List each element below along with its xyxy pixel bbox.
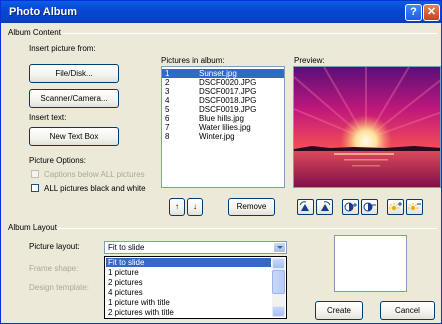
picture-list-item[interactable]: 6 Blue hills.jpg: [162, 114, 284, 123]
album-layout-separator: [57, 228, 437, 229]
layout-option[interactable]: 2 pictures with title: [106, 308, 271, 317]
layout-preview-box: [334, 235, 407, 292]
dropdown-scrollbar[interactable]: [272, 258, 285, 317]
contrast-up-icon[interactable]: [342, 199, 359, 215]
layout-option[interactable]: 1 picture with title: [106, 298, 271, 307]
rotate-right-icon[interactable]: [316, 199, 333, 215]
picture-number: 4: [165, 96, 170, 105]
picture-filename: Blue hills.jpg: [199, 114, 244, 123]
picture-filename: DSCF0017.JPG: [199, 87, 257, 96]
picture-number: 3: [165, 87, 170, 96]
picture-filename: Sunset.jpg: [199, 69, 237, 78]
scroll-up-icon[interactable]: [272, 258, 285, 269]
close-button[interactable]: ✕: [423, 4, 440, 21]
picture-filename: DSCF0018.JPG: [199, 96, 257, 105]
contrast-down-icon[interactable]: [361, 199, 378, 215]
picture-number: 2: [165, 78, 170, 87]
move-up-button[interactable]: ↑: [169, 198, 185, 216]
picture-layout-label: Picture layout:: [29, 242, 80, 251]
pictures-listbox[interactable]: 1 Sunset.jpg 2 DSCF0020.JPG 3 DSCF0017.JPG 4 DS…: [161, 66, 285, 188]
picture-layout-dropdown-list[interactable]: Fit to slide 1 picture 2 pictures 4 picture…: [104, 256, 287, 319]
remove-button-label: Remove: [236, 202, 267, 211]
create-button-label: Create: [326, 306, 351, 315]
insert-from-label: Insert picture from:: [29, 44, 96, 53]
file-disk-button[interactable]: File/Disk...: [29, 64, 119, 83]
black-white-checkbox-label: ALL pictures black and white: [44, 184, 146, 193]
picture-number: 7: [165, 123, 170, 132]
scanner-camera-button[interactable]: Scanner/Camera...: [29, 89, 119, 108]
picture-list-item[interactable]: 4 DSCF0018.JPG: [162, 96, 284, 105]
captions-checkbox[interactable]: [31, 170, 39, 178]
cancel-button-label: Cancel: [395, 306, 420, 315]
up-arrow-icon: ↑: [175, 202, 179, 211]
scanner-camera-button-label: Scanner/Camera...: [40, 94, 108, 103]
picture-list-item[interactable]: 7 Water lilies.jpg: [162, 123, 284, 132]
album-layout-group-label: Album Layout: [8, 223, 57, 232]
cancel-button[interactable]: Cancel: [380, 301, 435, 320]
frame-shape-label: Frame shape:: [29, 264, 79, 273]
rotate-left-icon[interactable]: [297, 199, 314, 215]
picture-number: 1: [165, 69, 170, 78]
picture-number: 6: [165, 114, 170, 123]
window-title: Photo Album: [9, 6, 78, 18]
sunset-image: [294, 67, 440, 187]
picture-layout-value: Fit to slide: [108, 243, 145, 252]
picture-filename: Winter.jpg: [199, 132, 235, 141]
brightness-up-icon[interactable]: [387, 199, 404, 215]
photo-album-dialog: Photo Album ? ✕ Album Content Insert pic…: [0, 0, 442, 324]
picture-number: 8: [165, 132, 170, 141]
picture-number: 5: [165, 105, 170, 114]
brightness-down-icon[interactable]: [406, 199, 423, 215]
album-content-group-label: Album Content: [8, 28, 61, 37]
layout-option[interactable]: 1 picture: [106, 268, 271, 277]
picture-list-item[interactable]: 3 DSCF0017.JPG: [162, 87, 284, 96]
picture-options-label: Picture Options:: [29, 156, 86, 165]
picture-filename: DSCF0020.JPG: [199, 78, 257, 87]
title-bar[interactable]: Photo Album ? ✕: [1, 1, 441, 23]
picture-filename: DSCF0019.JPG: [199, 105, 257, 114]
captions-checkbox-label: Captions below ALL pictures: [44, 170, 145, 179]
design-template-label: Design template:: [29, 283, 90, 292]
new-text-box-button-label: New Text Box: [49, 132, 99, 141]
create-button[interactable]: Create: [315, 301, 363, 320]
layout-option[interactable]: 4 pictures: [106, 288, 271, 297]
scroll-down-icon[interactable]: [272, 306, 285, 317]
chevron-down-icon[interactable]: [274, 243, 285, 252]
file-disk-button-label: File/Disk...: [55, 69, 93, 78]
picture-list-item[interactable]: 5 DSCF0019.JPG: [162, 105, 284, 114]
down-arrow-icon: ↓: [193, 202, 197, 211]
help-button[interactable]: ?: [405, 4, 422, 21]
picture-filename: Water lilies.jpg: [199, 123, 251, 132]
new-text-box-button[interactable]: New Text Box: [29, 127, 119, 146]
picture-list-item[interactable]: 2 DSCF0020.JPG: [162, 78, 284, 87]
insert-text-label: Insert text:: [29, 113, 67, 122]
layout-option[interactable]: Fit to slide: [106, 258, 271, 267]
album-content-separator: [61, 33, 437, 34]
pictures-in-album-label: Pictures in album:: [161, 56, 225, 65]
preview-image: [293, 66, 441, 188]
picture-layout-combo[interactable]: Fit to slide: [104, 241, 287, 254]
black-white-checkbox[interactable]: [31, 184, 39, 192]
picture-list-item[interactable]: 1 Sunset.jpg: [162, 69, 284, 78]
remove-button[interactable]: Remove: [228, 198, 275, 216]
layout-option[interactable]: 2 pictures: [106, 278, 271, 287]
scroll-thumb[interactable]: [272, 270, 285, 294]
preview-label: Preview:: [294, 56, 325, 65]
picture-list-item[interactable]: 8 Winter.jpg: [162, 132, 284, 141]
move-down-button[interactable]: ↓: [187, 198, 203, 216]
